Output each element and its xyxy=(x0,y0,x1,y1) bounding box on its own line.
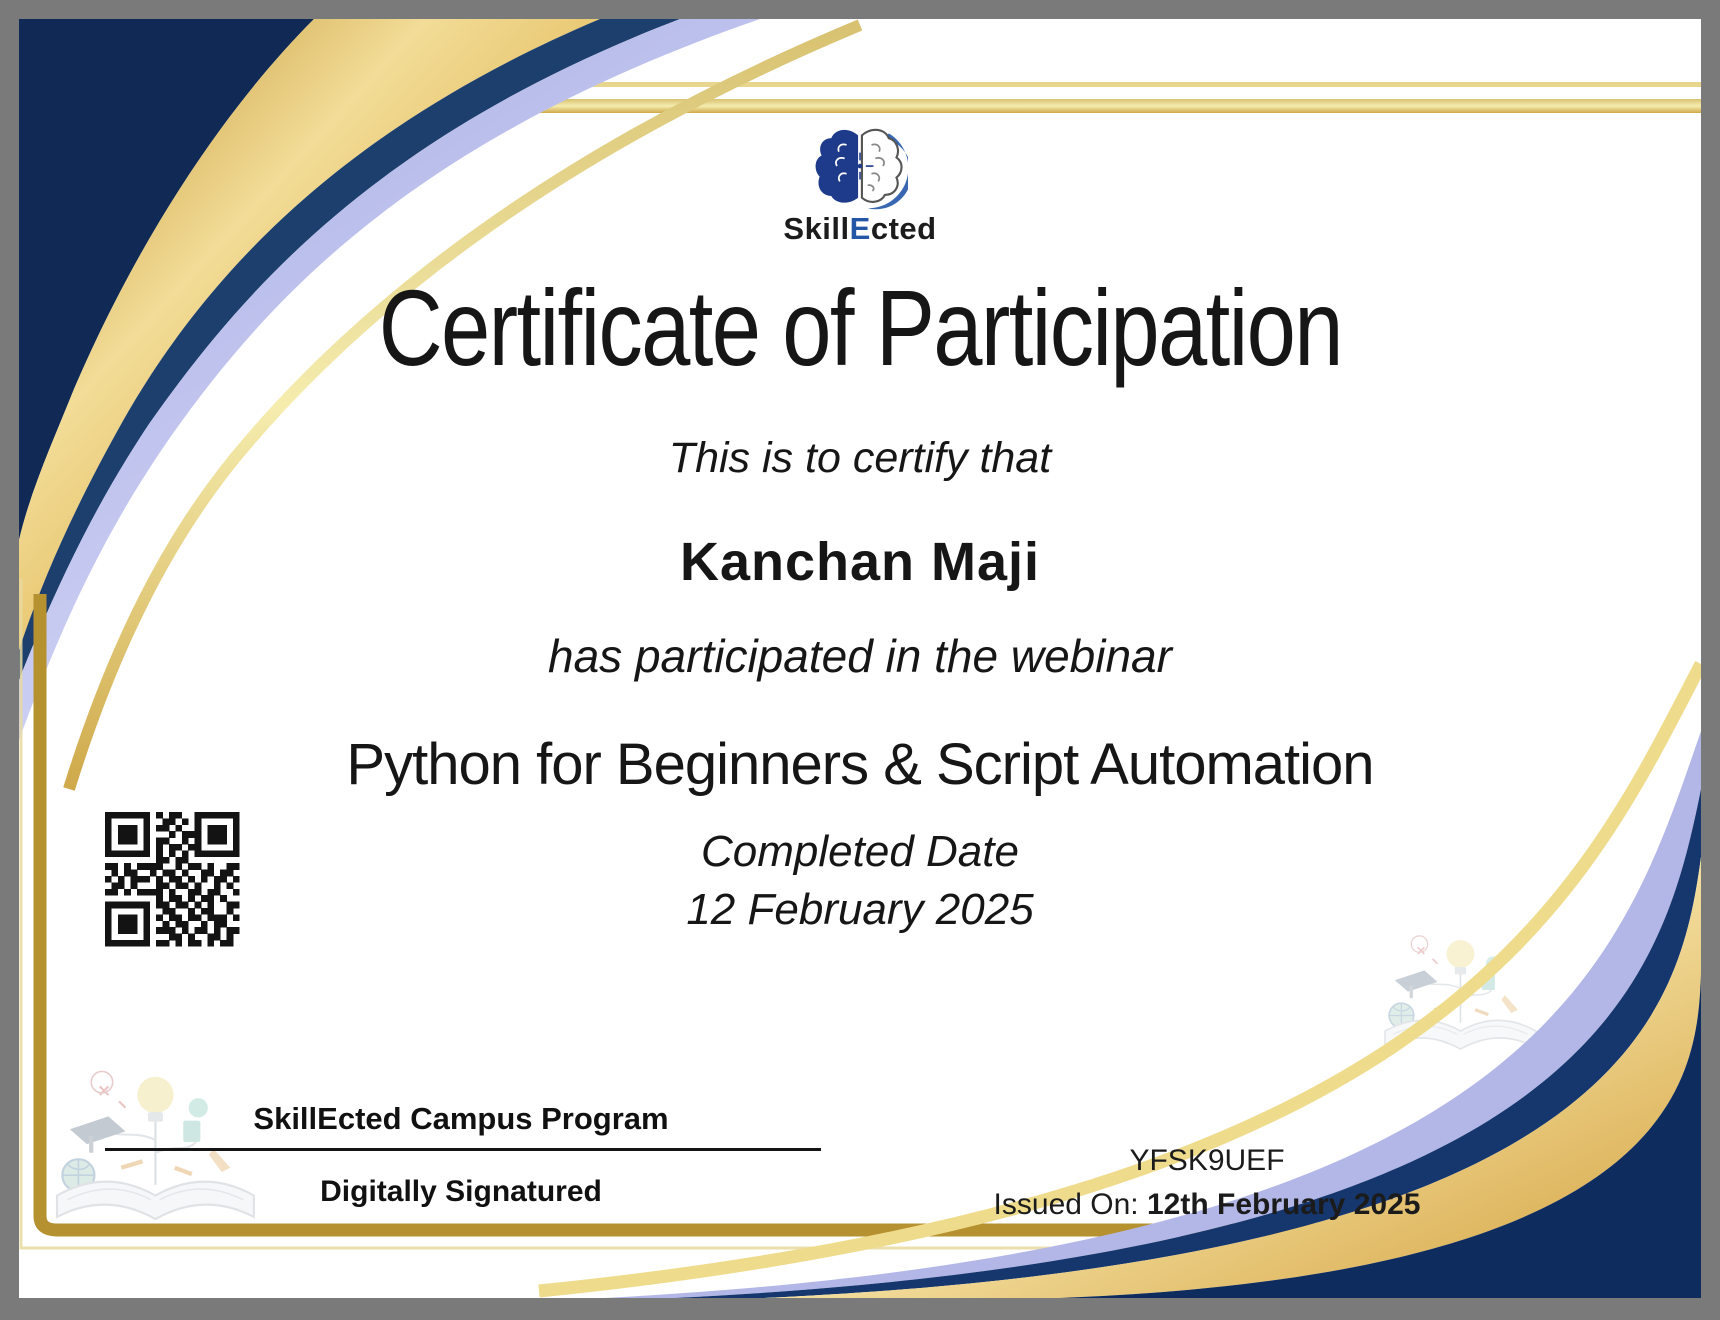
certificate: SkillEcted Certificate of Participation … xyxy=(19,19,1701,1298)
recipient-name: Kanchan Maji xyxy=(679,532,1041,592)
completed-date-label: Completed Date xyxy=(701,827,1019,876)
course-title: Python for Beginners & Script Automation xyxy=(346,732,1374,797)
issuer-name: SkillEcted Campus Program xyxy=(253,1101,669,1136)
signature-line xyxy=(105,1148,821,1151)
logo xyxy=(19,123,1701,218)
brand-prefix: Skill xyxy=(783,211,850,246)
brand-name: SkillEcted xyxy=(19,211,1701,247)
issued-on-label: Issued On: xyxy=(993,1188,1139,1221)
issued-on-date: 12th February 2025 xyxy=(1146,1188,1421,1221)
signature-note: Digitally Signatured xyxy=(320,1175,602,1208)
participation-text: has participated in the webinar xyxy=(548,630,1172,682)
certify-intro-text: This is to certify that xyxy=(668,434,1052,482)
completed-date-value: 12 February 2025 xyxy=(686,885,1034,934)
brand-suffix: cted xyxy=(870,211,937,246)
certificate-content: SkillEcted Certificate of Participation … xyxy=(19,19,1701,1298)
certificate-title: Certificate of Participation xyxy=(19,267,1701,388)
brand-accent-letter: E xyxy=(849,211,871,246)
brain-logo-icon xyxy=(815,128,912,210)
certificate-code: YFSK9UEF xyxy=(1129,1144,1285,1177)
certificate-title-text: Certificate of Participation xyxy=(378,267,1343,388)
qr-code xyxy=(105,812,240,947)
gray-frame: SkillEcted Certificate of Participation … xyxy=(0,0,1720,1320)
issued-on-line: Issued On: 12th February 2025 xyxy=(994,1188,1421,1222)
